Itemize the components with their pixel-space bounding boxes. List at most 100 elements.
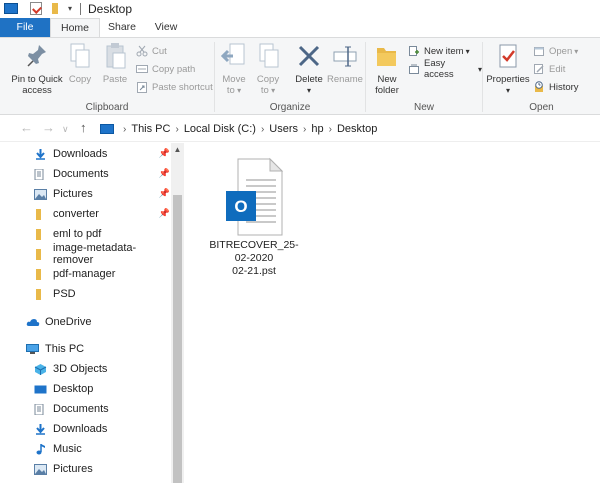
forward-arrow-icon[interactable]: → [42, 120, 55, 135]
properties-quick-icon[interactable] [30, 2, 42, 15]
download-arrow-icon [34, 423, 47, 435]
easy-access-button[interactable]: Easy access ▾ [408, 58, 482, 80]
sidebar-item-label: Documents [53, 403, 109, 415]
pin-icon[interactable]: 📌 [159, 188, 170, 199]
sidebar-item-desktop[interactable]: Desktop [34, 379, 170, 399]
organize-group: Move to ▾ Copy to ▾ Delete ▾ Rename Organ… [215, 38, 365, 116]
onedrive-cloud-icon [26, 317, 40, 328]
chevron-right-icon[interactable]: › [261, 124, 264, 135]
open-button[interactable]: Open ▾ [533, 44, 578, 58]
file-name-line: 02-2020 [234, 252, 274, 264]
sidebar-item-label: eml to pdf [53, 228, 102, 240]
sidebar-item-onedrive[interactable]: OneDrive [26, 312, 170, 332]
open-icon [533, 45, 545, 57]
ribbon: Pin to Quick access Copy Paste Cut Copy … [0, 37, 600, 115]
breadcrumb-hp[interactable]: hp [311, 123, 323, 135]
paste-icon [102, 42, 128, 70]
sidebar-item-label: pdf-manager [53, 268, 116, 280]
paste-shortcut-label: Paste shortcut [152, 81, 213, 93]
scroll-thumb[interactable] [173, 195, 182, 483]
properties-label: Properties [486, 74, 530, 85]
scroll-up-arrow-icon[interactable]: ▲ [171, 143, 184, 157]
address-bar-row: ← → ∨ ↑ › This PC › Local Disk (C:) › Us… [0, 116, 600, 142]
history-button[interactable]: History [533, 80, 579, 94]
recent-locations-chevron-icon[interactable]: ∨ [62, 124, 69, 135]
sidebar-item-documents[interactable]: Documents 📌 [34, 164, 170, 184]
3d-objects-icon [34, 363, 47, 375]
tab-share[interactable]: Share [100, 18, 144, 37]
delete-button[interactable]: Delete ▾ [293, 42, 325, 96]
properties-check-icon [495, 42, 521, 70]
sidebar-item-pictures-pc[interactable]: Pictures [34, 459, 170, 479]
sidebar-item-pdf-manager[interactable]: pdf-manager [34, 264, 170, 284]
tab-view[interactable]: View [144, 18, 188, 37]
file-list-area[interactable]: O BITRECOVER_25- 02-2020 02-21.pst [186, 143, 600, 483]
breadcrumb-users[interactable]: Users [269, 123, 298, 135]
new-folder-label: New folder [375, 74, 399, 96]
sidebar-item-3d-objects[interactable]: 3D Objects [34, 359, 170, 379]
chevron-right-icon[interactable]: › [303, 124, 306, 135]
sidebar-item-label: Desktop [53, 383, 94, 395]
paste-button[interactable]: Paste [100, 42, 130, 85]
pin-icon[interactable]: 📌 [159, 208, 170, 219]
back-arrow-icon[interactable]: ← [20, 120, 33, 135]
sidebar-item-documents-pc[interactable]: Documents [34, 399, 170, 419]
organize-group-label: Organize [269, 102, 311, 113]
rename-label: Rename [327, 74, 363, 85]
edit-button[interactable]: Edit [533, 62, 565, 76]
open-group: Properties ▾ Open ▾ Edit History Open [483, 38, 600, 116]
copy-path-button[interactable]: Copy path [136, 62, 195, 76]
sidebar-item-converter[interactable]: converter 📌 [34, 204, 170, 224]
tab-file[interactable]: File [0, 18, 50, 37]
new-folder-quick-icon[interactable] [52, 3, 58, 14]
cut-button[interactable]: Cut [136, 44, 167, 58]
sidebar-item-pictures[interactable]: Pictures 📌 [34, 184, 170, 204]
move-to-button[interactable]: Move to ▾ [219, 42, 249, 96]
file-name: BITRECOVER_25- 02-2020 02-21.pst [206, 239, 302, 278]
copy-path-icon [136, 63, 148, 75]
copy-path-label: Copy path [152, 63, 196, 75]
folder-icon [34, 208, 47, 220]
quick-access-dropdown-icon[interactable]: ▾ [68, 4, 72, 13]
breadcrumb-local-disk[interactable]: Local Disk (C:) [184, 123, 256, 135]
sidebar-item-this-pc[interactable]: This PC [26, 339, 170, 359]
copy-to-icon [255, 42, 281, 70]
paste-shortcut-icon [136, 81, 148, 93]
copy-to-button[interactable]: Copy to ▾ [253, 42, 283, 96]
cut-label: Cut [152, 45, 167, 57]
breadcrumb[interactable]: › This PC › Local Disk (C:) › Users › hp… [100, 121, 377, 137]
sidebar-item-music[interactable]: Music [34, 439, 170, 459]
breadcrumb-desktop[interactable]: Desktop [337, 123, 377, 135]
sidebar-item-downloads-pc[interactable]: Downloads [34, 419, 170, 439]
file-name-line: 02-21.pst [232, 265, 276, 277]
sidebar-item-label: converter [53, 208, 99, 220]
up-arrow-icon[interactable]: ↑ [80, 120, 87, 135]
pin-icon[interactable]: 📌 [159, 148, 170, 159]
sidebar-item-label: This PC [45, 343, 85, 355]
folder-icon [34, 248, 47, 260]
pictures-icon [34, 463, 47, 475]
chevron-right-icon[interactable]: › [123, 124, 126, 135]
sidebar-item-psd[interactable]: PSD [34, 284, 170, 304]
pin-to-quick-access-label: Pin to Quick access [11, 74, 63, 96]
new-item-button[interactable]: New item ▾ [408, 44, 470, 58]
sidebar-item-image-metadata-remover[interactable]: image-metadata-remover [34, 242, 170, 266]
nav-pane-scrollbar[interactable]: ▲ [171, 143, 184, 483]
tab-home[interactable]: Home [50, 18, 100, 37]
sidebar-item-downloads[interactable]: Downloads 📌 [34, 144, 170, 164]
paste-shortcut-button[interactable]: Paste shortcut [136, 80, 213, 94]
this-pc-icon [26, 343, 39, 355]
chevron-right-icon[interactable]: › [175, 124, 178, 135]
rename-button[interactable]: Rename [327, 42, 363, 85]
copy-button[interactable]: Copy [66, 42, 94, 85]
properties-button[interactable]: Properties ▾ [485, 42, 531, 96]
breadcrumb-this-pc[interactable]: This PC [131, 123, 170, 135]
file-item[interactable]: O BITRECOVER_25- 02-2020 02-21.pst [206, 157, 302, 278]
move-to-icon [220, 42, 247, 70]
pin-icon[interactable]: 📌 [159, 168, 170, 179]
new-folder-button[interactable]: New folder [370, 42, 404, 96]
pin-to-quick-access-button[interactable]: Pin to Quick access [6, 42, 68, 96]
download-arrow-icon [34, 148, 47, 160]
sidebar-item-eml-to-pdf[interactable]: eml to pdf [34, 224, 170, 244]
chevron-right-icon[interactable]: › [329, 124, 332, 135]
